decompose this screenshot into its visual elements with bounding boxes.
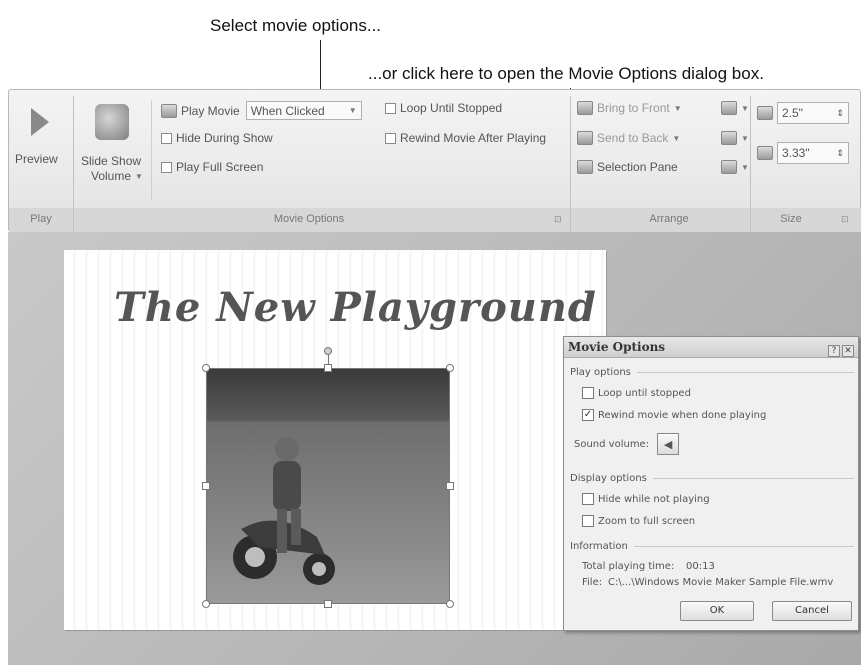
sound-volume-button[interactable]: ◀	[657, 433, 680, 455]
resize-handle[interactable]	[324, 364, 332, 372]
sound-volume-row: Sound volume: ◀	[574, 433, 680, 455]
rewind-when-done-checkbox[interactable]: ✓ Rewind movie when done playing	[582, 409, 766, 421]
ribbon-group-strip	[9, 208, 861, 232]
checkbox-icon	[582, 387, 594, 399]
group-button[interactable]: ▼	[721, 131, 749, 145]
checkbox-icon	[582, 515, 594, 527]
resize-handle[interactable]	[202, 482, 210, 490]
callout-open-dialog: ...or click here to open the Movie Optio…	[368, 64, 764, 83]
callout-line	[320, 40, 321, 92]
speaker-icon	[95, 104, 129, 140]
dialog-launcher-icon[interactable]: ⊡	[554, 214, 562, 225]
selection-pane-icon	[577, 160, 593, 174]
bring-to-front-button[interactable]: Bring to Front ▼	[577, 101, 682, 115]
hide-while-not-playing-checkbox[interactable]: Hide while not playing	[582, 493, 710, 505]
chevron-down-icon: ▼	[672, 133, 681, 143]
spinner-icon[interactable]: ⇕	[836, 108, 844, 119]
slide-title[interactable]: The New Playground	[114, 284, 597, 331]
file-path: C:\...\Windows Movie Maker Sample File.w…	[608, 577, 834, 588]
resize-handle[interactable]	[202, 600, 210, 608]
checkbox-icon	[161, 161, 172, 173]
volume-label: Volume ▼	[91, 169, 143, 183]
information-section: Information	[570, 541, 854, 552]
group-label-play: Play	[30, 213, 52, 225]
width-icon	[757, 146, 773, 160]
ribbon-divider	[151, 100, 152, 200]
group-label-movie-options: Movie Options	[273, 213, 345, 225]
height-control: 2.5" ⇕	[757, 102, 849, 124]
preview-label: Preview	[15, 152, 58, 166]
child-on-tricycle-image	[233, 437, 335, 585]
callout-select-movie-options: Select movie options...	[210, 16, 382, 35]
play-full-screen-checkbox[interactable]: Play Full Screen	[161, 160, 263, 174]
display-options-section: Display options	[570, 473, 854, 484]
resize-handle[interactable]	[324, 600, 332, 608]
chevron-down-icon: ▼	[741, 162, 749, 172]
send-to-back-icon	[577, 131, 593, 145]
rotate-icon	[721, 160, 737, 174]
chevron-down-icon: ▼	[348, 106, 357, 115]
slide-show-volume-button[interactable]: Slide Show Volume ▼	[79, 100, 149, 204]
height-icon	[757, 106, 773, 120]
group-separator	[570, 96, 571, 232]
checkbox-icon	[385, 132, 396, 144]
width-control: 3.33" ⇕	[757, 142, 849, 164]
loop-until-stopped-checkbox[interactable]: Loop Until Stopped	[385, 101, 502, 115]
file-label: File:	[582, 577, 603, 588]
checkbox-icon	[161, 132, 172, 144]
width-input[interactable]: 3.33" ⇕	[777, 142, 849, 164]
total-playing-time-value: 00:13	[686, 561, 715, 572]
slide-show-volume-label: Slide Show	[81, 154, 142, 168]
hide-during-show-checkbox[interactable]: Hide During Show	[161, 131, 273, 145]
play-movie-dropdown[interactable]: When Clicked ▼	[245, 101, 362, 120]
chevron-down-icon: ▼	[135, 171, 143, 181]
dialog-launcher-icon[interactable]: ⊡	[841, 214, 849, 225]
checkbox-icon	[582, 493, 594, 505]
checkmark-icon: ✓	[582, 409, 594, 421]
close-icon[interactable]: ✕	[842, 344, 854, 357]
preview-button[interactable]: Preview	[11, 100, 67, 192]
loop-until-stopped-checkbox[interactable]: Loop until stopped	[582, 387, 691, 399]
resize-handle[interactable]	[202, 364, 210, 372]
group-separator	[750, 96, 751, 232]
cancel-button[interactable]: Cancel	[772, 601, 852, 621]
dialog-titlebar[interactable]: Movie Options ? ✕	[564, 337, 858, 358]
slide[interactable]: The New Playground	[64, 250, 606, 630]
movie-icon	[161, 103, 177, 118]
ribbon: Preview Play Slide Show Volume ▼ Play Mov…	[8, 89, 861, 232]
group-icon	[721, 131, 737, 145]
resize-handle[interactable]	[446, 600, 454, 608]
selection-pane-button[interactable]: Selection Pane	[577, 160, 678, 174]
dialog-title: Movie Options	[568, 340, 666, 354]
checkbox-icon	[385, 102, 396, 114]
movie-frame[interactable]	[206, 368, 450, 604]
play-icon	[31, 108, 49, 136]
bring-to-front-icon	[577, 101, 593, 115]
group-label-size: Size	[780, 213, 802, 225]
align-icon	[721, 101, 737, 115]
play-movie-control: Play Movie When Clicked ▼	[161, 101, 362, 120]
group-label-arrange: Arrange	[649, 213, 689, 225]
rotate-button[interactable]: ▼	[721, 160, 749, 174]
align-button[interactable]: ▼	[721, 101, 749, 115]
rotation-handle[interactable]	[324, 347, 332, 355]
total-playing-time-label: Total playing time:	[582, 561, 675, 572]
rewind-after-playing-checkbox[interactable]: Rewind Movie After Playing	[385, 131, 546, 145]
speaker-icon: ◀	[663, 437, 673, 451]
resize-handle[interactable]	[446, 482, 454, 490]
height-input[interactable]: 2.5" ⇕	[777, 102, 849, 124]
movie-options-dialog: Movie Options ? ✕ Play options Loop until…	[563, 336, 859, 631]
spinner-icon[interactable]: ⇕	[836, 148, 844, 159]
send-to-back-button[interactable]: Send to Back ▼	[577, 131, 680, 145]
chevron-down-icon: ▼	[741, 103, 749, 113]
zoom-to-full-screen-checkbox[interactable]: Zoom to full screen	[582, 515, 695, 527]
play-options-section: Play options	[570, 367, 854, 378]
help-icon[interactable]: ?	[828, 344, 840, 357]
group-separator	[73, 96, 74, 232]
ok-button[interactable]: OK	[680, 601, 754, 621]
chevron-down-icon: ▼	[741, 133, 749, 143]
resize-handle[interactable]	[446, 364, 454, 372]
chevron-down-icon: ▼	[673, 103, 682, 113]
